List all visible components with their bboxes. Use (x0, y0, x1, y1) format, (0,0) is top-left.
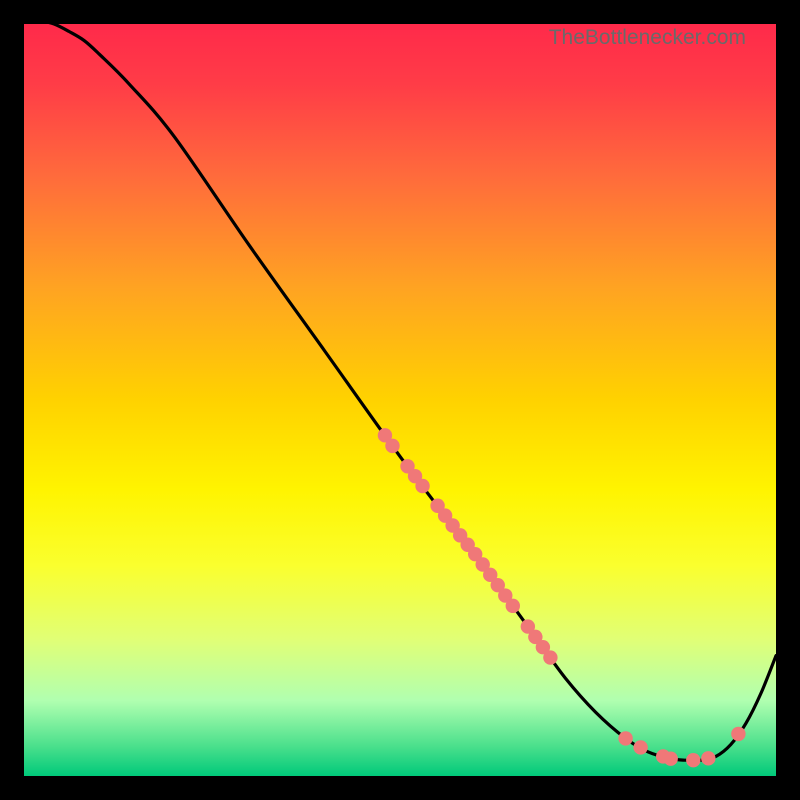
highlight-dot (701, 751, 715, 765)
highlight-dot (664, 752, 678, 766)
plot-background (24, 24, 776, 776)
highlight-dot (385, 439, 399, 453)
chart-frame: TheBottlenecker.com (24, 24, 776, 776)
highlight-dot (618, 731, 632, 745)
highlight-dot (543, 650, 557, 664)
chart-plot (24, 24, 776, 776)
highlight-dot (506, 599, 520, 613)
highlight-dot (686, 753, 700, 767)
highlight-dot (731, 727, 745, 741)
watermark-text: TheBottlenecker.com (549, 26, 746, 50)
highlight-dot (415, 479, 429, 493)
highlight-dot (633, 740, 647, 754)
